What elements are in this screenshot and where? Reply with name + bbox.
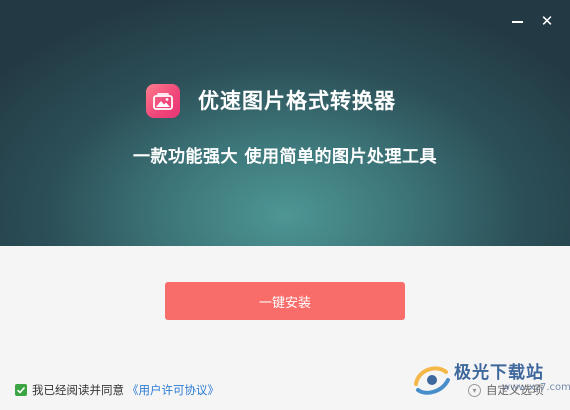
swirl-logo-icon (414, 366, 450, 395)
header-banner: ✕ 优速图片格式转换器 一款功能强大 使用简单的图片处理工具 (0, 0, 570, 246)
installer-window: ✕ 优速图片格式转换器 一款功能强大 使用简单的图片处理工具 一键安装 我已经阅… (0, 0, 570, 410)
agreement-text: 我已经阅读并同意 (32, 383, 124, 397)
install-button[interactable]: 一键安装 (165, 282, 405, 320)
custom-options-toggle[interactable]: ▾ 自定义选项 (468, 382, 544, 398)
close-button[interactable]: ✕ (536, 10, 558, 32)
watermark-text: 极光下载站 (454, 363, 544, 383)
minimize-icon (511, 21, 523, 23)
app-subtitle: 一款功能强大 使用简单的图片处理工具 (133, 147, 437, 167)
app-title: 优速图片格式转换器 (198, 89, 396, 113)
custom-options-label: 自定义选项 (486, 383, 544, 397)
image-icon (153, 93, 173, 110)
chevron-down-icon: ▾ (468, 383, 481, 397)
minimize-button[interactable] (506, 10, 528, 32)
agreement-row: 我已经阅读并同意 《用户许可协议》 (15, 382, 219, 398)
close-icon: ✕ (540, 12, 554, 30)
check-icon (16, 386, 26, 394)
app-logo (146, 84, 180, 118)
license-link[interactable]: 《用户许可协议》 (127, 382, 219, 398)
agree-checkbox[interactable] (15, 384, 27, 396)
